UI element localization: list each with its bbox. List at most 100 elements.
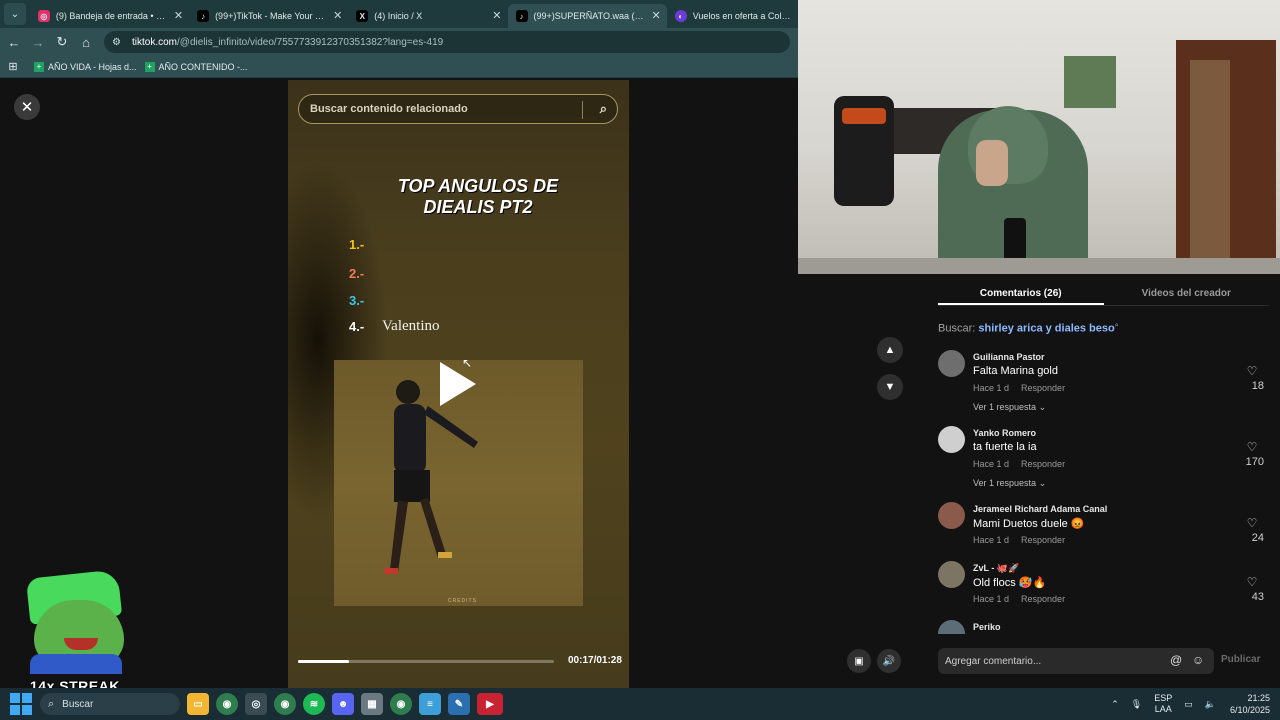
clock[interactable]: 21:25 6/10/2025: [1230, 692, 1270, 716]
volume-icon[interactable]: 🔈: [1205, 699, 1216, 710]
tray-expand-icon[interactable]: ⌃: [1111, 699, 1119, 710]
previous-video-button[interactable]: ▲: [877, 337, 903, 363]
obs-icon[interactable]: ◎: [245, 693, 267, 715]
browser-tab-active-tiktok-video[interactable]: ♪ (99+)SUPERÑATO.waa (@dieali… ✕: [507, 4, 667, 28]
view-replies-button[interactable]: Ver 1 respuesta ⌄: [973, 402, 1046, 413]
related-search-input[interactable]: Buscar contenido relacionado ⌕: [298, 94, 618, 124]
discord-icon[interactable]: ☻: [332, 693, 354, 715]
home-button[interactable]: ⌂: [74, 35, 98, 50]
comment-time: Hace 1 d: [973, 459, 1010, 469]
arrow-right-icon: →: [31, 34, 45, 50]
microphone-icon[interactable]: 🎙: [1131, 699, 1142, 710]
lang-top: ESP: [1154, 693, 1173, 703]
browser-tab-tiktok[interactable]: ♪ (99+)TikTok - Make Your Day ✕: [189, 4, 348, 28]
publish-button[interactable]: Publicar: [1221, 654, 1260, 665]
chrome-profile-icon[interactable]: ◉: [274, 693, 296, 715]
close-viewer-button[interactable]: ✕: [14, 94, 40, 120]
view-replies-label: Ver 1 respuesta: [973, 478, 1037, 488]
apps-grid-icon[interactable]: ⊞: [0, 60, 26, 73]
comment-author[interactable]: ZvL - 🐙🚀: [973, 563, 1019, 574]
heart-icon: ♡: [1246, 440, 1258, 454]
tab-comments[interactable]: Comentarios (26): [938, 274, 1104, 305]
browser-tab-x[interactable]: X (4) Inicio / X ✕: [348, 4, 507, 28]
file-explorer-icon[interactable]: ▭: [187, 693, 209, 715]
language-indicator[interactable]: ESP LAA: [1154, 693, 1172, 715]
back-button[interactable]: ←: [2, 35, 26, 50]
spotify-icon[interactable]: ≋: [303, 693, 325, 715]
add-comment-input[interactable]: Agregar comentario... @ ☺: [938, 648, 1214, 674]
reply-button[interactable]: Responder: [1021, 535, 1065, 545]
video-progress-bar[interactable]: [298, 660, 554, 663]
avatar[interactable]: [938, 350, 965, 377]
taskbar-search[interactable]: ⌕ Buscar: [40, 693, 180, 715]
close-icon[interactable]: ✕: [652, 9, 661, 22]
site-info-icon[interactable]: ⚙: [112, 37, 126, 48]
paint-icon[interactable]: ✎: [448, 693, 470, 715]
streaming-app-icon[interactable]: ▶: [477, 693, 503, 715]
comment-text: Old flocs 🥵🔥: [973, 577, 1047, 589]
like-button[interactable]: ♡: [1240, 575, 1264, 589]
browser-tab-flights[interactable]: ◐ Vuelos en oferta a Colombia | V: [667, 4, 798, 28]
notepad-icon[interactable]: ≡: [419, 693, 441, 715]
view-replies-label: Ver 1 respuesta: [973, 402, 1037, 412]
view-replies-button[interactable]: Ver 1 respuesta ⌄: [973, 478, 1046, 489]
clock-date: 6/10/2025: [1229, 705, 1270, 715]
rank-label-2: 2.-: [349, 266, 365, 281]
close-icon[interactable]: ✕: [174, 9, 183, 22]
comment-meta: Hace 1 d Responder: [973, 535, 1065, 545]
mention-icon[interactable]: @: [1170, 653, 1182, 667]
forward-button[interactable]: →: [26, 35, 50, 50]
speaker-icon: 🔊: [882, 655, 896, 667]
reply-button[interactable]: Responder: [1021, 459, 1065, 469]
avatar[interactable]: [938, 502, 965, 529]
browser-tab-instagram[interactable]: ◎ (9) Bandeja de entrada • Chats ✕: [30, 4, 189, 28]
floating-player-button[interactable]: ▣: [847, 649, 871, 673]
search-query-link[interactable]: shirley arica y diales beso: [978, 323, 1114, 335]
reload-icon: ↻: [56, 34, 68, 49]
bookmark-ano-contenido[interactable]: + AÑO CONTENIDO -...: [144, 61, 248, 72]
heart-icon: ♡: [1246, 516, 1258, 530]
like-button[interactable]: ♡: [1240, 516, 1264, 530]
webcam-wall-picture: [1064, 56, 1116, 108]
comment-search-suggestion[interactable]: Buscar: shirley arica y diales beso⌕: [938, 322, 1119, 335]
comment-author[interactable]: Guilianna Pastor: [973, 352, 1045, 362]
comment-author[interactable]: Periko: [973, 622, 1001, 632]
chevron-down-icon: ⌄: [1038, 402, 1047, 412]
webcam-feed: [798, 0, 1280, 274]
bookmark-ano-vida[interactable]: + AÑO VIDA - Hojas d...: [34, 61, 137, 72]
volume-button[interactable]: 🔊: [877, 649, 901, 673]
comment-item: Guilianna Pastor Falta Marina gold Hace …: [938, 350, 1264, 416]
chevron-down-icon: ⌄: [10, 8, 20, 20]
like-button[interactable]: ♡: [1240, 364, 1264, 378]
comment-author[interactable]: Yanko Romero: [973, 428, 1036, 438]
comment-author[interactable]: Jerameel Richard Adama Canal: [973, 504, 1107, 514]
like-button[interactable]: ♡: [1240, 440, 1264, 454]
avatar[interactable]: [938, 426, 965, 453]
reload-button[interactable]: ↻: [50, 34, 74, 50]
rank-name-4: Valentino: [382, 318, 440, 334]
chrome-alt-icon[interactable]: ◉: [390, 693, 412, 715]
close-icon[interactable]: ✕: [492, 9, 501, 22]
video-player[interactable]: Buscar contenido relacionado ⌕ TOP ANGUL…: [288, 80, 629, 688]
avatar[interactable]: [938, 620, 965, 634]
tab-search-button[interactable]: ⌄: [4, 3, 26, 25]
chrome-icon[interactable]: ◉: [216, 693, 238, 715]
network-icon[interactable]: ▭: [1184, 699, 1193, 710]
emoji-icon[interactable]: ☺: [1192, 653, 1204, 667]
reply-button[interactable]: Responder: [1021, 383, 1065, 393]
comments-panel: Comentarios (26) Videos del creador Busc…: [919, 274, 1280, 688]
search-icon[interactable]: ⌕: [600, 101, 607, 117]
rank-label-3: 3.-: [349, 293, 365, 308]
windows-start-icon[interactable]: [10, 693, 32, 715]
reply-button[interactable]: Responder: [1021, 594, 1065, 604]
url-field[interactable]: ⚙ tiktok.com/@dielis_infinito/video/7557…: [104, 31, 790, 53]
comment-meta: Hace 1 d Responder: [973, 383, 1065, 393]
avatar[interactable]: [938, 561, 965, 588]
webcam-desk: [798, 258, 1280, 274]
comment-text: Mami Duetos duele 😡: [973, 518, 1085, 530]
next-video-button[interactable]: ▼: [877, 374, 903, 400]
heart-icon: ♡: [1246, 364, 1258, 378]
close-icon[interactable]: ✕: [333, 9, 342, 22]
calculator-icon[interactable]: ▦: [361, 693, 383, 715]
tab-creator-videos[interactable]: Videos del creador: [1104, 274, 1270, 305]
